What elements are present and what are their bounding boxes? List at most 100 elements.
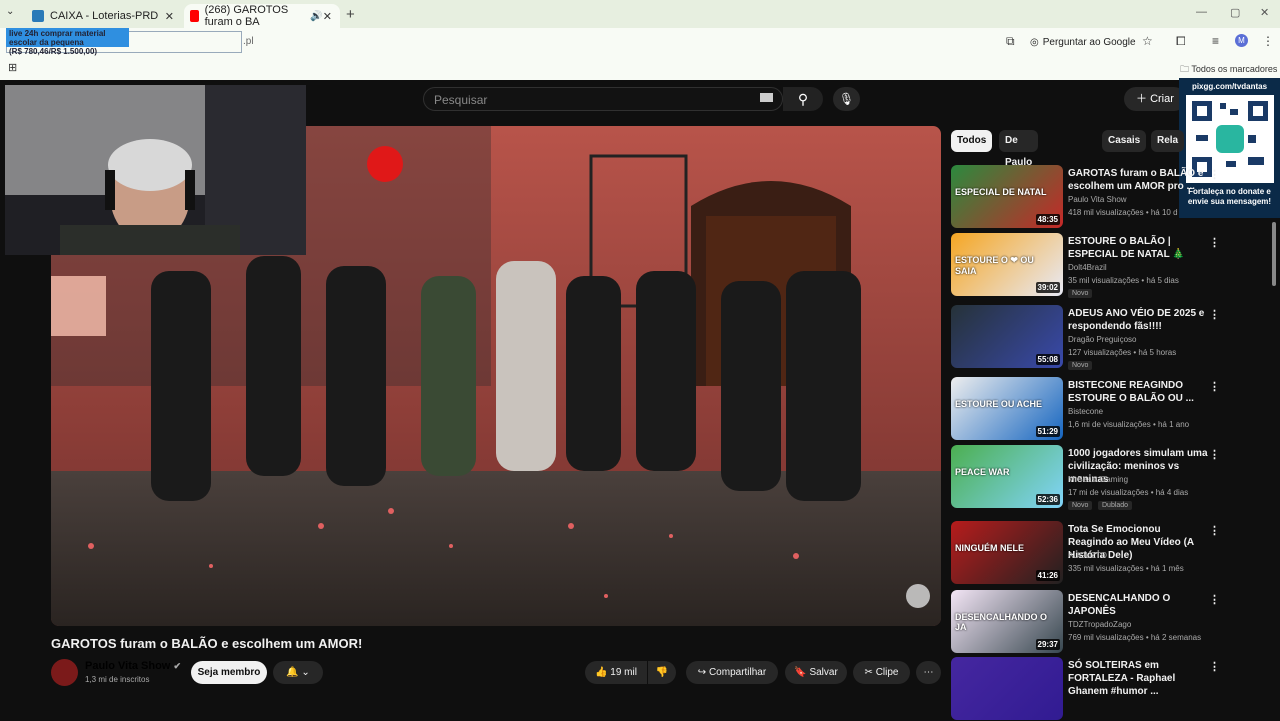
recommended-channel[interactable]: Bistecone xyxy=(1068,407,1103,416)
more-options-icon[interactable]: ⋮ xyxy=(1209,380,1220,393)
more-menu-icon[interactable]: ⋮ xyxy=(1262,34,1274,48)
more-actions-button[interactable]: ⋯ xyxy=(916,661,941,684)
more-options-icon[interactable]: ⋮ xyxy=(1209,593,1220,606)
recommended-video[interactable]: 55:08 ADEUS ANO VÉIO DE 2025 e respondend… xyxy=(951,305,1251,370)
recommended-channel[interactable]: TDZTropadoZago xyxy=(1068,620,1131,629)
duration-badge: 55:08 xyxy=(1035,354,1060,365)
chip-related[interactable]: Rela xyxy=(1151,130,1185,152)
duration-badge: 52:36 xyxy=(1035,494,1060,505)
channel-name[interactable]: Paulo Vita Show ✔ xyxy=(85,660,181,672)
create-button[interactable]: ＋ Criar xyxy=(1124,87,1186,111)
search-input[interactable]: Pesquisar xyxy=(423,87,783,111)
video-thumbnail[interactable]: ESPECIAL DE NATAL 48:35 xyxy=(951,165,1063,228)
recommended-channel[interactable]: Paulo Vita Show xyxy=(1068,195,1127,204)
chip-all[interactable]: Todos xyxy=(951,130,993,152)
ask-google-button[interactable]: ◎ Perguntar ao Google xyxy=(1030,33,1136,51)
maximize-icon[interactable]: ▢ xyxy=(1230,6,1240,19)
more-options-icon[interactable]: ⋮ xyxy=(1209,308,1220,321)
join-member-button[interactable]: Seja membro xyxy=(191,661,267,684)
share-button[interactable]: ↪ Compartilhar xyxy=(686,661,778,684)
keyboard-icon[interactable] xyxy=(760,93,773,102)
close-tab-icon[interactable]: ✕ xyxy=(165,10,174,23)
recommended-channel[interactable]: Dolt4Brazil xyxy=(1068,263,1107,272)
video-thumbnail[interactable]: PEACE WAR 52:36 xyxy=(951,445,1063,508)
view-count: 1,6 mi de visualizações xyxy=(1068,420,1151,429)
recommended-title[interactable]: DESENCALHANDO O JAPONÊS xyxy=(1068,592,1208,618)
tab-youtube[interactable]: (268) GAROTOS furam o BA 🔊 ✕ xyxy=(184,4,340,28)
recommended-video[interactable]: NINGUÉM NELE 41:26 Tota Se Emocionou Reagi… xyxy=(951,521,1251,585)
new-tab-icon[interactable]: + xyxy=(346,6,355,23)
voice-search-button[interactable]: 🎙 xyxy=(833,87,860,111)
caixa-favicon-icon xyxy=(32,10,44,22)
recommended-channel[interactable]: Dragão Preguiçoso xyxy=(1068,335,1136,344)
video-thumbnail[interactable] xyxy=(951,657,1063,720)
notifications-button[interactable]: 🔔 ⌄ xyxy=(273,661,323,684)
extensions-icon[interactable]: ⧠ xyxy=(1176,34,1186,49)
view-count: 418 mil visualizações xyxy=(1068,208,1144,217)
more-options-icon[interactable]: ⋮ xyxy=(1209,448,1220,461)
apps-grid-icon[interactable]: ⊞ xyxy=(8,61,17,74)
thumbnail-caption: DESENCALHANDO O JA xyxy=(955,612,1048,632)
more-options-icon[interactable]: ⋮ xyxy=(1209,524,1220,537)
new-badge: Novo xyxy=(1068,501,1093,510)
upload-age: há 2 semanas xyxy=(1150,633,1202,642)
new-badge: Novo xyxy=(1068,361,1093,370)
recommended-meta: 35 mil visualizações • há 5 dias xyxy=(1068,276,1179,285)
overlay-line-1: live 24h comprar material escolar da peq… xyxy=(9,29,106,47)
like-button[interactable]: 👍 19 mil xyxy=(585,661,647,684)
channel-label: TDZTropadoZago xyxy=(1068,620,1132,629)
clip-button[interactable]: ✂ Clipe xyxy=(853,661,910,684)
tab-search-icon[interactable]: ⌄ xyxy=(6,6,14,17)
recommended-video[interactable]: ESTOURE O ❤ OU SAIA 39:02 ESTOURE O BALÃO … xyxy=(951,233,1251,298)
recommended-title[interactable]: BISTECONE REAGINDO ESTOURE O BALÃO OU ..… xyxy=(1068,379,1208,405)
youtube-favicon-icon xyxy=(190,10,199,22)
recommended-video[interactable]: DESENCALHANDO O JA 29:37 DESENCALHANDO O J… xyxy=(951,590,1251,654)
recommended-video[interactable]: ESTOURE OU ACHE 51:29 BISTECONE REAGINDO E… xyxy=(951,377,1251,441)
chip-couples[interactable]: Casais xyxy=(1102,130,1147,152)
all-bookmarks-label: Todos os marcadores xyxy=(1191,64,1278,74)
all-bookmarks-link[interactable]: 🗀 Todos os marcadores xyxy=(1180,62,1277,78)
channel-name-text: Paulo Vita Show xyxy=(85,660,171,672)
view-count: 17 mi de visualizações xyxy=(1068,488,1149,497)
bookmark-star-icon[interactable]: ☆ xyxy=(1142,34,1153,48)
video-thumbnail[interactable]: NINGUÉM NELE 41:26 xyxy=(951,521,1063,584)
close-window-icon[interactable]: ✕ xyxy=(1260,6,1269,19)
donation-goal-overlay: live 24h comprar material escolar da peq… xyxy=(6,28,129,56)
recommended-title[interactable]: ESTOURE O BALÃO | ESPECIAL DE NATAL 🎄 xyxy=(1068,235,1208,261)
recommended-video[interactable]: ESPECIAL DE NATAL 48:35 GAROTAS furam o BA… xyxy=(951,165,1251,229)
minimize-icon[interactable]: — xyxy=(1196,6,1207,18)
video-thumbnail[interactable]: DESENCALHANDO O JA 29:37 xyxy=(951,590,1063,653)
close-tab-icon[interactable]: ✕ xyxy=(323,10,332,23)
recommended-title[interactable]: ADEUS ANO VÉIO DE 2025 e respondendo fãs… xyxy=(1068,307,1208,333)
scrollbar[interactable] xyxy=(1272,222,1276,286)
media-controls-icon[interactable]: ≡ xyxy=(1212,34,1219,48)
video-thumbnail[interactable]: 55:08 xyxy=(951,305,1063,368)
video-thumbnail[interactable]: ESTOURE OU ACHE 51:29 xyxy=(951,377,1063,440)
more-options-icon[interactable]: ⋮ xyxy=(1209,168,1220,181)
recommended-channel[interactable]: MrBeast Gaming xyxy=(1068,475,1128,484)
save-button[interactable]: 🔖 Salvar xyxy=(785,661,847,684)
search-button[interactable]: ⚲ xyxy=(783,87,823,111)
recommended-video[interactable]: PEACE WAR 52:36 1000 jogadores simulam uma… xyxy=(951,445,1251,510)
more-options-icon[interactable]: ⋮ xyxy=(1209,660,1220,673)
audio-playing-icon[interactable]: 🔊 xyxy=(310,11,322,22)
thumbs-up-icon: 👍 xyxy=(595,667,608,678)
upload-age: há 5 dias xyxy=(1146,276,1179,285)
profile-avatar[interactable]: M xyxy=(1235,34,1248,47)
dislike-button[interactable]: 👎 xyxy=(648,661,676,684)
video-thumbnail[interactable]: ESTOURE O ❤ OU SAIA 39:02 xyxy=(951,233,1063,296)
duration-badge: 39:02 xyxy=(1035,282,1060,293)
recommended-video[interactable]: SÓ SOLTEIRAS em FORTALEZA - Raphael Ghan… xyxy=(951,657,1251,721)
chip-from-channel[interactable]: De Paulo Vita Show xyxy=(999,130,1039,212)
cast-icon[interactable]: ⧉ xyxy=(1006,34,1015,49)
view-count: 769 mil visualizações xyxy=(1068,633,1144,642)
recommended-channel[interactable]: AUGUZTO xyxy=(1068,551,1107,560)
recommended-title[interactable]: SÓ SOLTEIRAS em FORTALEZA - Raphael Ghan… xyxy=(1068,659,1208,698)
thumbnail-caption: NINGUÉM NELE xyxy=(955,543,1025,553)
tab-caixa[interactable]: CAIXA - Loterias-PRD ✕ xyxy=(26,4,182,28)
channel-avatar[interactable] xyxy=(51,659,78,686)
balloon xyxy=(367,146,403,182)
more-options-icon[interactable]: ⋮ xyxy=(1209,236,1220,249)
recommended-title[interactable]: GAROTAS furam o BALÃO e escolhem um AMOR… xyxy=(1068,167,1208,193)
url-text[interactable]: .pl xyxy=(243,36,254,47)
